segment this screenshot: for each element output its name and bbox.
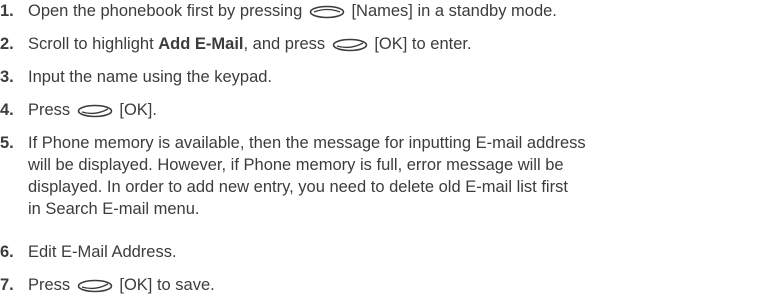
- instruction-steps: 1. Open the phonebook first by pressing …: [0, 0, 760, 305]
- step-text: Open the phonebook first by pressing [Na…: [28, 0, 745, 22]
- step-4: 4. Press [OK].: [0, 99, 745, 121]
- step-text-after: [OK] to enter.: [374, 35, 472, 53]
- step-text: Input the name using the keypad.: [28, 68, 273, 86]
- ok-key-icon: [332, 38, 368, 52]
- step-text-before: Open the phonebook first by pressing: [28, 2, 303, 20]
- step-number: 6.: [0, 243, 14, 261]
- step-1: 1. Open the phonebook first by pressing …: [0, 0, 745, 22]
- soft-key-icon: [309, 5, 345, 19]
- step-text-line: in Search E-mail menu.: [28, 200, 200, 218]
- step-2: 2. Scroll to highlight Add E-Mail, and p…: [0, 33, 745, 55]
- step-number: 3.: [0, 68, 14, 86]
- step-text-middle: , and press: [243, 35, 326, 53]
- step-text: Press [OK] to save.: [28, 274, 745, 296]
- ok-key-icon: [77, 104, 113, 118]
- step-text-before: Press: [28, 276, 71, 294]
- step-text: Edit E-Mail Address.: [28, 243, 177, 261]
- step-number: 1.: [0, 2, 14, 20]
- step-text-before: Scroll to highlight: [28, 35, 154, 53]
- step-3: 3. Input the name using the keypad.: [0, 66, 745, 88]
- step-text-line: If Phone memory is available, then the m…: [28, 134, 586, 152]
- step-number: 4.: [0, 101, 14, 119]
- menu-name-add-email: Add E-Mail: [158, 35, 244, 53]
- step-text: If Phone memory is available, then the m…: [28, 132, 745, 220]
- step-text-line: will be displayed. However, if Phone mem…: [28, 156, 564, 174]
- step-text-after: [OK].: [119, 101, 157, 119]
- step-text-after: [Names] in a standby mode.: [351, 2, 557, 20]
- ok-key-icon: [77, 279, 113, 293]
- step-5: 5. If Phone memory is available, then th…: [0, 132, 745, 220]
- step-number: 5.: [0, 134, 14, 152]
- step-text-line: displayed. In order to add new entry, yo…: [28, 178, 568, 196]
- step-6: 6. Edit E-Mail Address.: [0, 241, 745, 263]
- step-text-before: Press: [28, 101, 71, 119]
- step-text: Scroll to highlight Add E-Mail, and pres…: [28, 33, 745, 55]
- step-number: 2.: [0, 35, 14, 53]
- step-text-after: [OK] to save.: [119, 276, 215, 294]
- step-text: Press [OK].: [28, 99, 745, 121]
- step-7: 7. Press [OK] to save.: [0, 274, 745, 296]
- step-number: 7.: [0, 276, 14, 294]
